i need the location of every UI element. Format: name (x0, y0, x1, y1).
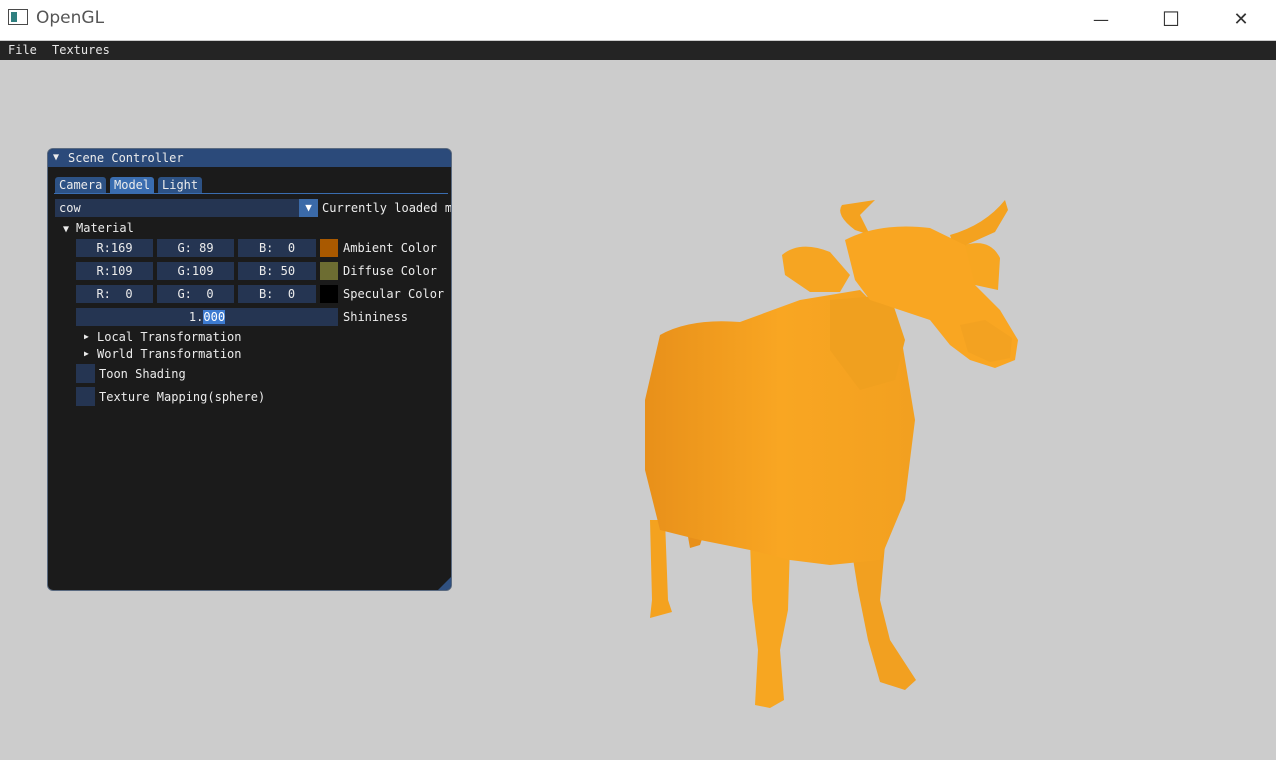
ambient-g-field[interactable]: G: 89 (157, 239, 234, 257)
diffuse-color-swatch[interactable] (320, 262, 338, 280)
model-select[interactable]: cow (55, 199, 318, 217)
shininess-label: Shininess (343, 310, 409, 324)
scene-controller-panel: ▼ Scene Controller Camera Model Light co… (47, 148, 452, 591)
specular-color-label: Specular Color (343, 287, 445, 301)
cow-horn-left (840, 200, 875, 235)
diffuse-b-field[interactable]: B: 50 (238, 262, 316, 280)
world-transform-expand-icon[interactable]: ▶ (84, 349, 89, 358)
world-transformation-node[interactable]: World Transformation (97, 347, 242, 361)
ambient-r-field[interactable]: R:169 (76, 239, 153, 257)
cow-leg-front-right (850, 540, 916, 690)
collapse-triangle-icon[interactable]: ▼ (53, 152, 59, 163)
shininess-selection: 000 (203, 310, 226, 324)
diffuse-g-field[interactable]: G:109 (157, 262, 234, 280)
specular-g-field[interactable]: G: 0 (157, 285, 234, 303)
model-select-value: cow (59, 201, 81, 215)
ambient-color-label: Ambient Color (343, 241, 437, 255)
texture-mapping-label: Texture Mapping(sphere) (99, 390, 266, 404)
panel-titlebar[interactable]: ▼ Scene Controller (48, 149, 451, 167)
resize-grip-icon[interactable] (438, 577, 451, 590)
cow-leg-front-left (750, 540, 790, 708)
local-transform-expand-icon[interactable]: ▶ (84, 332, 89, 341)
specular-color-swatch[interactable] (320, 285, 338, 303)
shininess-value: 1. (188, 310, 204, 324)
shininess-input[interactable]: 1.000 (76, 308, 338, 326)
specular-r-field[interactable]: R: 0 (76, 285, 153, 303)
ambient-b-field[interactable]: B: 0 (238, 239, 316, 257)
toon-shading-checkbox[interactable] (76, 364, 95, 383)
dropdown-arrow-icon[interactable]: ▼ (299, 199, 318, 217)
cow-ear-left (782, 246, 850, 292)
diffuse-r-field[interactable]: R:109 (76, 262, 153, 280)
local-transformation-node[interactable]: Local Transformation (97, 330, 242, 344)
model-select-label: Currently loaded m (322, 201, 452, 215)
tab-camera[interactable]: Camera (55, 177, 107, 193)
ambient-color-swatch[interactable] (320, 239, 338, 257)
tab-model[interactable]: Model (110, 177, 155, 193)
texture-mapping-checkbox[interactable] (76, 387, 95, 406)
panel-title: Scene Controller (68, 151, 184, 165)
specular-b-field[interactable]: B: 0 (238, 285, 316, 303)
cow-leg-back-left (650, 520, 672, 618)
diffuse-color-label: Diffuse Color (343, 264, 437, 278)
tab-light[interactable]: Light (158, 177, 203, 193)
material-header[interactable]: Material (76, 221, 134, 235)
tab-underline (54, 193, 448, 194)
toon-shading-label: Toon Shading (99, 367, 186, 381)
material-expand-icon[interactable]: ▼ (63, 224, 69, 235)
